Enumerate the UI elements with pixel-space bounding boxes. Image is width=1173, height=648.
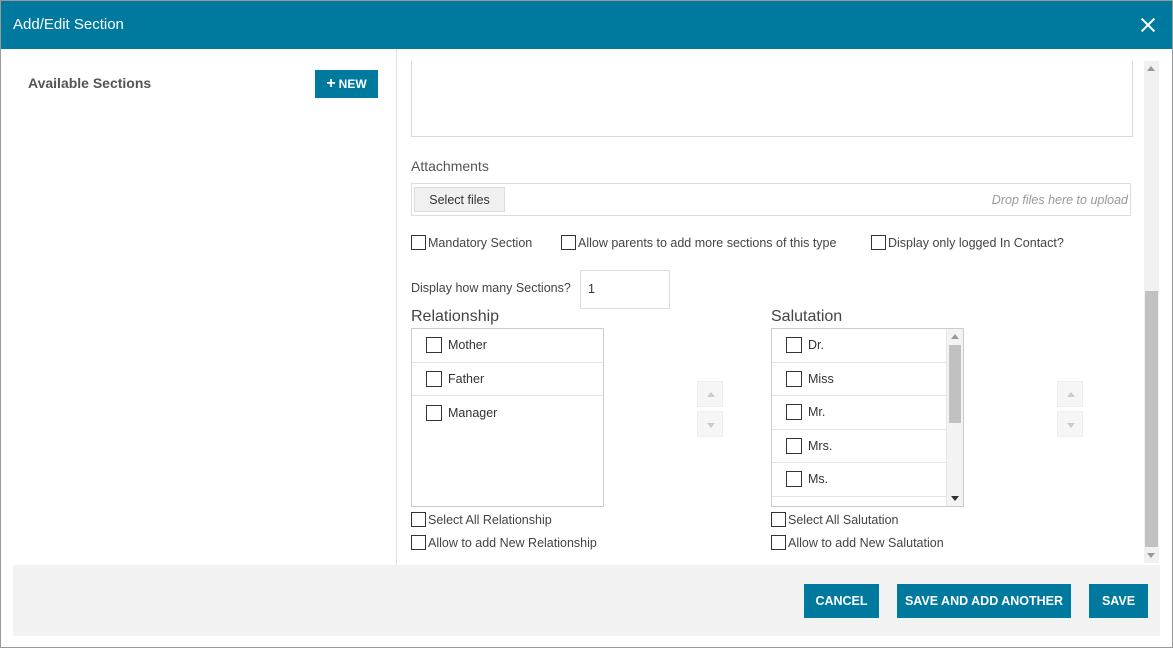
plus-icon: + [326, 75, 336, 92]
section-count-input[interactable]: 1 [580, 270, 670, 309]
relationship-list: Mother Father Manager [411, 328, 604, 507]
dialog-titlebar: Add/Edit Section [1, 1, 1172, 49]
checkbox-icon[interactable] [786, 471, 802, 488]
checkbox-icon[interactable] [871, 235, 886, 250]
chevron-up-icon [1067, 392, 1075, 397]
checkbox-icon[interactable] [786, 370, 802, 387]
file-upload-dropzone[interactable]: Select files Drop files here to upload [411, 183, 1131, 216]
salutation-title: Salutation [771, 308, 843, 325]
checkbox-icon[interactable] [426, 404, 442, 421]
select-all-relationship-option[interactable]: Select All Relationship [411, 512, 552, 527]
checkbox-icon[interactable] [426, 337, 442, 354]
list-item[interactable]: Manager [412, 396, 603, 430]
available-sections-heading: Available Sections [28, 75, 152, 91]
list-item[interactable]: Dr. [772, 329, 946, 363]
available-sections-pane: Available Sections + NEW [2, 49, 397, 565]
list-item-label: Ms. [808, 472, 829, 487]
checkbox-icon[interactable] [426, 370, 442, 387]
checkbox-icon[interactable] [771, 535, 786, 550]
save-and-add-another-button[interactable]: SAVE AND ADD ANOTHER [897, 584, 1071, 618]
relationship-move-up-button[interactable] [697, 381, 723, 407]
add-edit-section-dialog: Add/Edit Section Available Sections + NE… [0, 0, 1173, 648]
allow-new-relationship-label: Allow to add New Relationship [428, 535, 597, 550]
checkbox-icon[interactable] [561, 235, 576, 250]
list-item-label: Mr. [808, 405, 826, 420]
form-scrollbar[interactable] [1144, 61, 1159, 563]
description-textarea[interactable] [411, 61, 1133, 137]
select-all-relationship-label: Select All Relationship [428, 512, 552, 527]
allow-new-relationship-option[interactable]: Allow to add New Relationship [411, 535, 597, 550]
chevron-down-icon [1067, 423, 1075, 428]
close-icon[interactable] [1138, 15, 1158, 35]
mandatory-section-option[interactable]: Mandatory Section [411, 235, 532, 250]
save-button[interactable]: SAVE [1089, 584, 1148, 618]
salutation-move-up-button[interactable] [1057, 381, 1083, 407]
new-button-label: NEW [338, 77, 367, 91]
salutation-move-down-button[interactable] [1057, 411, 1083, 437]
checkbox-icon[interactable] [411, 512, 426, 527]
logged-in-contact-option[interactable]: Display only logged In Contact? [871, 235, 1064, 250]
scroll-up-icon[interactable] [1147, 66, 1155, 71]
checkbox-icon[interactable] [786, 404, 802, 421]
scroll-down-icon[interactable] [951, 496, 959, 501]
list-item[interactable]: Ms. [772, 463, 946, 497]
list-item-label: Mother [448, 338, 487, 353]
scroll-down-icon[interactable] [1147, 553, 1155, 558]
list-item[interactable]: Father [412, 363, 603, 396]
logged-in-contact-label: Display only logged In Contact? [888, 235, 1064, 250]
list-item-label: Dr. [808, 338, 824, 353]
section-form: Attachments Select files Drop files here… [397, 49, 1160, 565]
checkbox-icon[interactable] [786, 437, 802, 454]
allow-new-salutation-option[interactable]: Allow to add New Salutation [771, 535, 944, 550]
attachments-label: Attachments [411, 158, 489, 174]
relationship-move-down-button[interactable] [697, 411, 723, 437]
list-item-label: Father [448, 371, 485, 386]
scrollbar-thumb[interactable] [949, 345, 961, 423]
list-item[interactable]: Mother [412, 329, 603, 363]
salutation-list-scrollbar[interactable] [946, 329, 963, 506]
select-all-salutation-option[interactable]: Select All Salutation [771, 512, 899, 527]
drop-files-hint: Drop files here to upload [991, 193, 1128, 207]
checkbox-icon[interactable] [411, 235, 426, 250]
list-item-label: Miss [808, 371, 834, 386]
list-item-label: Mrs. [808, 438, 833, 453]
checkbox-icon[interactable] [771, 512, 786, 527]
list-item[interactable]: Mr. [772, 396, 946, 430]
select-files-button[interactable]: Select files [414, 187, 505, 212]
section-count-label: Display how many Sections? [411, 281, 571, 295]
scroll-up-icon[interactable] [951, 334, 959, 339]
checkbox-icon[interactable] [786, 337, 802, 354]
allow-new-salutation-label: Allow to add New Salutation [788, 535, 944, 550]
allow-more-sections-label: Allow parents to add more sections of th… [578, 235, 837, 250]
list-item[interactable]: Miss [772, 363, 946, 396]
chevron-down-icon [707, 423, 715, 428]
mandatory-section-label: Mandatory Section [428, 235, 533, 250]
salutation-list: Dr. Miss Mr. Mrs. Ms. [771, 328, 964, 507]
list-item[interactable]: Mrs. [772, 430, 946, 463]
dialog-title: Add/Edit Section [13, 16, 124, 33]
select-all-salutation-label: Select All Salutation [788, 512, 899, 527]
chevron-up-icon [707, 392, 715, 397]
cancel-button[interactable]: CANCEL [804, 584, 879, 618]
new-section-button[interactable]: + NEW [315, 70, 378, 98]
allow-more-sections-option[interactable]: Allow parents to add more sections of th… [561, 235, 836, 250]
relationship-title: Relationship [411, 308, 500, 325]
dialog-footer: CANCEL SAVE AND ADD ANOTHER SAVE [13, 565, 1160, 636]
scrollbar-thumb[interactable] [1145, 291, 1158, 547]
list-item-label: Manager [448, 405, 498, 420]
checkbox-icon[interactable] [411, 535, 426, 550]
